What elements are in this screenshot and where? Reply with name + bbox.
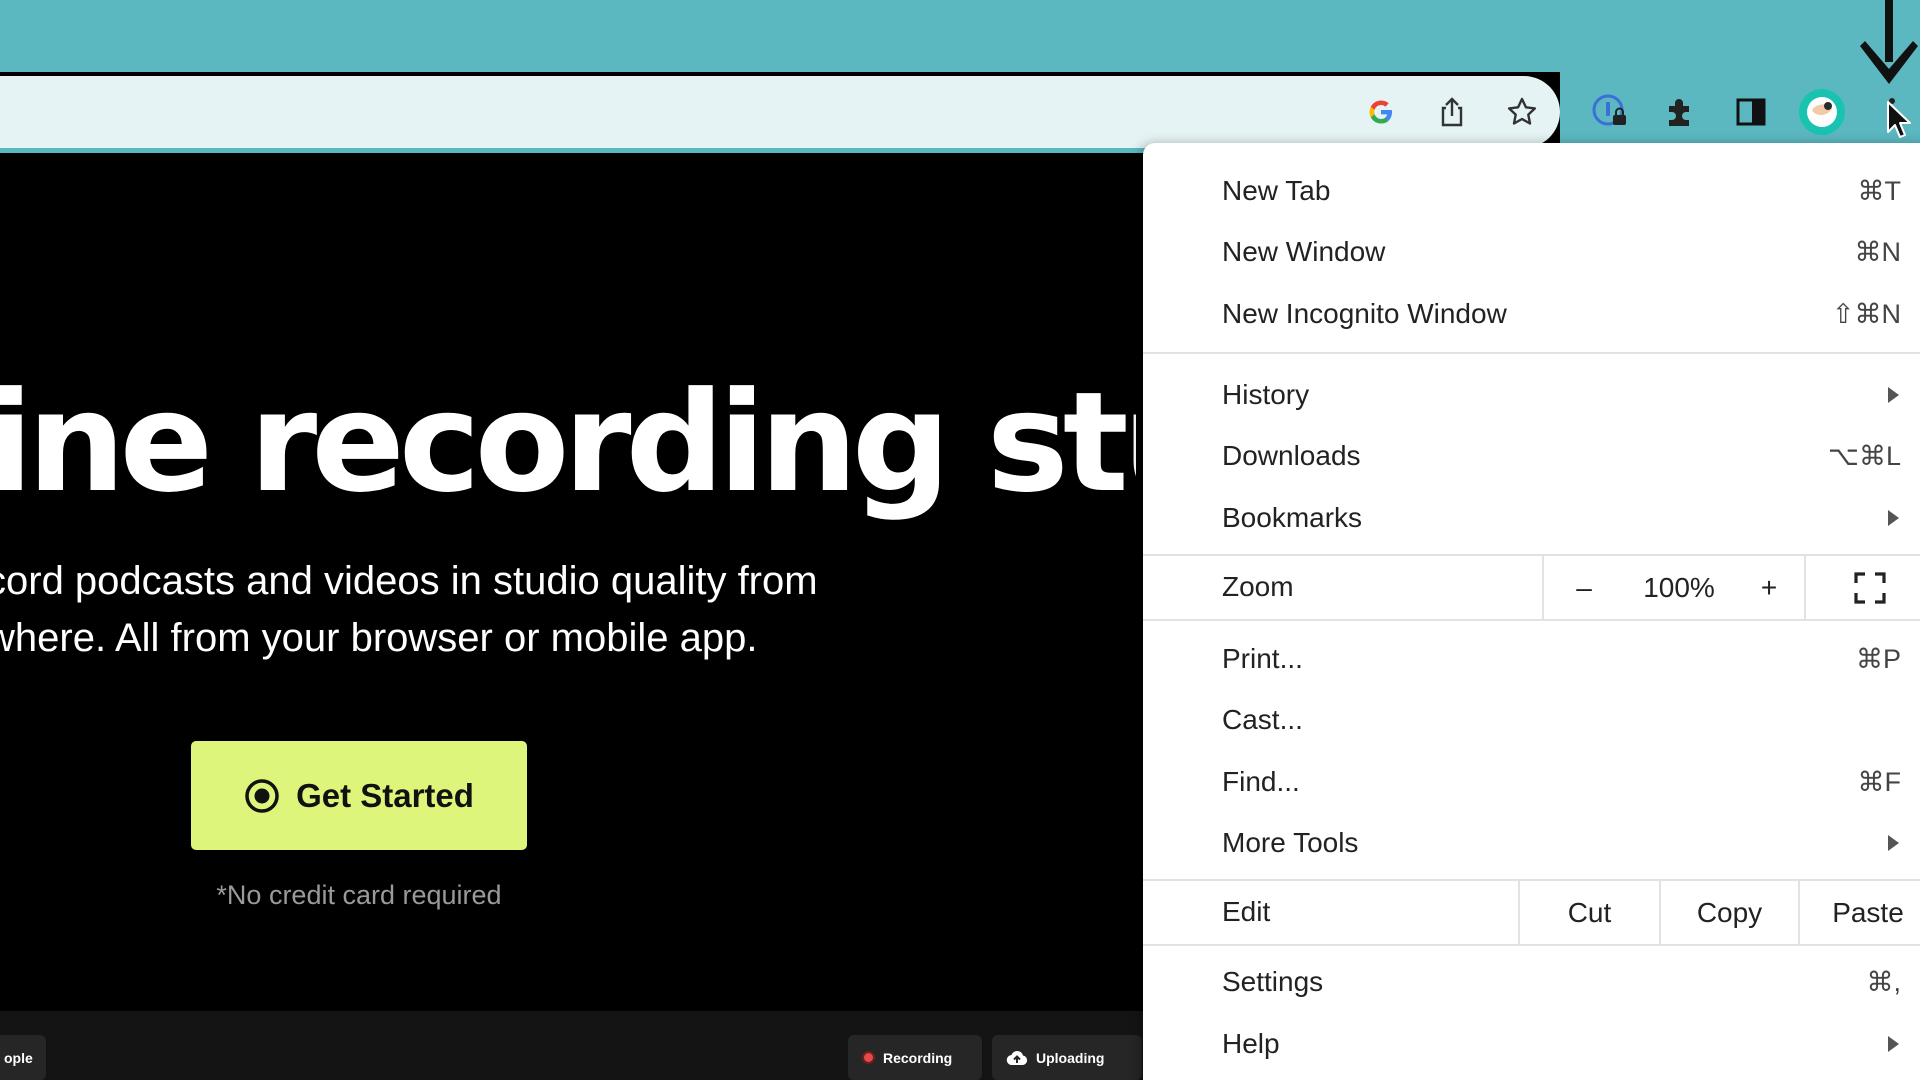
- menu-item-help[interactable]: Help: [1143, 1014, 1920, 1074]
- menu-item-new-window[interactable]: New Window ⌘N: [1143, 222, 1920, 282]
- edit-label: Edit: [1222, 896, 1271, 927]
- menu-item-label: New Incognito Window: [1222, 298, 1507, 329]
- menu-separator: [1143, 619, 1920, 621]
- menu-edit-row: Edit Cut Copy Paste: [1143, 881, 1920, 944]
- menu-item-shortcut: ⌘P: [1855, 643, 1901, 674]
- submenu-arrow-icon: [1888, 1036, 1899, 1052]
- people-chip-label: ople: [4, 1049, 33, 1066]
- bookmark-star-icon[interactable]: [1502, 92, 1542, 132]
- menu-item-label: Cast...: [1222, 704, 1303, 735]
- menu-item-label: Print...: [1222, 643, 1303, 674]
- uploading-chip-label: Uploading: [1036, 1049, 1105, 1066]
- chrome-main-menu: New Tab ⌘T New Window ⌘N New Incognito W…: [1143, 143, 1920, 1080]
- hero-subtitle: cord podcasts and videos in studio quali…: [0, 553, 1106, 667]
- menu-item-label: Bookmarks: [1222, 502, 1363, 533]
- hero-title: ine recording studi: [0, 363, 1136, 523]
- menu-item-downloads[interactable]: Downloads ⌥⌘L: [1143, 426, 1920, 486]
- cut-label: Cut: [1567, 896, 1612, 928]
- menu-item-find[interactable]: Find... ⌘F: [1143, 752, 1920, 812]
- menu-item-history[interactable]: History: [1143, 365, 1920, 425]
- menu-zoom-row: Zoom – 100% +: [1143, 556, 1920, 619]
- zoom-label: Zoom: [1222, 571, 1294, 602]
- menu-item-more-tools[interactable]: More Tools: [1143, 813, 1920, 873]
- uploading-chip: Uploading: [992, 1035, 1142, 1080]
- menu-item-label: History: [1222, 379, 1310, 410]
- down-arrow-annotation-icon: [1860, 0, 1918, 84]
- menu-item-shortcut: ⌘N: [1854, 236, 1902, 267]
- mouse-cursor-icon: [1887, 101, 1911, 138]
- submenu-arrow-icon: [1888, 835, 1899, 851]
- hero-subtitle-line-2: where. All from your browser or mobile a…: [0, 616, 758, 660]
- menu-item-new-tab[interactable]: New Tab ⌘T: [1143, 161, 1920, 221]
- menu-item-shortcut: ⌘T: [1857, 175, 1902, 206]
- get-started-button[interactable]: Get Started: [191, 741, 527, 850]
- profile-avatar[interactable]: [1798, 88, 1846, 136]
- menu-item-label: New Window: [1222, 236, 1386, 267]
- menu-item-label: Downloads: [1222, 440, 1361, 471]
- menu-item-print[interactable]: Print... ⌘P: [1143, 629, 1920, 689]
- browser-title-bar: [0, 0, 1920, 72]
- copy-button[interactable]: Copy: [1661, 881, 1798, 944]
- extensions-icon[interactable]: [1661, 92, 1701, 132]
- fullscreen-icon: [1853, 571, 1886, 604]
- paste-button[interactable]: Paste: [1800, 881, 1920, 944]
- menu-item-label: Settings: [1222, 966, 1324, 997]
- recording-chip-label: Recording: [883, 1049, 953, 1066]
- record-icon: [245, 778, 279, 813]
- google-icon[interactable]: [1361, 92, 1401, 132]
- preview-bottom-bar: [0, 1011, 1160, 1080]
- zoom-level: 100%: [1624, 556, 1734, 619]
- menu-item-bookmarks[interactable]: Bookmarks: [1143, 488, 1920, 548]
- recording-dot-icon: [862, 1051, 875, 1064]
- credit-card-note: *No credit card required: [216, 880, 502, 910]
- menu-item-shortcut: ⌘F: [1857, 766, 1902, 797]
- side-panel-icon[interactable]: [1731, 92, 1771, 132]
- menu-separator: [1143, 352, 1920, 354]
- menu-item-shortcut: ⌘,: [1866, 966, 1901, 997]
- hero-subtitle-line-1: cord podcasts and videos in studio quali…: [0, 559, 818, 603]
- zoom-in-label: +: [1760, 571, 1778, 603]
- menu-item-shortcut: ⇧⌘N: [1831, 298, 1901, 329]
- menu-item-label: Help: [1222, 1028, 1280, 1059]
- zoom-out-button[interactable]: –: [1544, 556, 1624, 619]
- zoom-level-value: 100%: [1643, 571, 1715, 603]
- submenu-arrow-icon: [1888, 387, 1899, 403]
- menu-item-cast[interactable]: Cast...: [1143, 690, 1920, 750]
- password-manager-icon[interactable]: [1590, 92, 1630, 132]
- menu-item-label: New Tab: [1222, 175, 1331, 206]
- cut-button[interactable]: Cut: [1520, 881, 1659, 944]
- people-chip: ople: [0, 1035, 46, 1080]
- fullscreen-button[interactable]: [1806, 556, 1920, 619]
- menu-separator: [1143, 944, 1920, 946]
- menu-item-label: More Tools: [1222, 827, 1359, 858]
- submenu-arrow-icon: [1888, 510, 1899, 526]
- zoom-out-label: –: [1576, 571, 1592, 603]
- menu-item-settings[interactable]: Settings ⌘,: [1143, 952, 1920, 1012]
- menu-item-new-incognito-window[interactable]: New Incognito Window ⇧⌘N: [1143, 284, 1920, 344]
- get-started-label: Get Started: [296, 776, 474, 814]
- copy-label: Copy: [1696, 896, 1763, 928]
- recording-chip: Recording: [848, 1035, 982, 1080]
- menu-item-label: Find...: [1222, 766, 1300, 797]
- share-icon[interactable]: [1432, 92, 1472, 132]
- paste-label: Paste: [1832, 896, 1904, 928]
- address-bar[interactable]: [0, 76, 1560, 148]
- menu-item-shortcut: ⌥⌘L: [1827, 440, 1901, 471]
- cloud-upload-icon: [1006, 1050, 1028, 1065]
- zoom-in-button[interactable]: +: [1734, 556, 1804, 619]
